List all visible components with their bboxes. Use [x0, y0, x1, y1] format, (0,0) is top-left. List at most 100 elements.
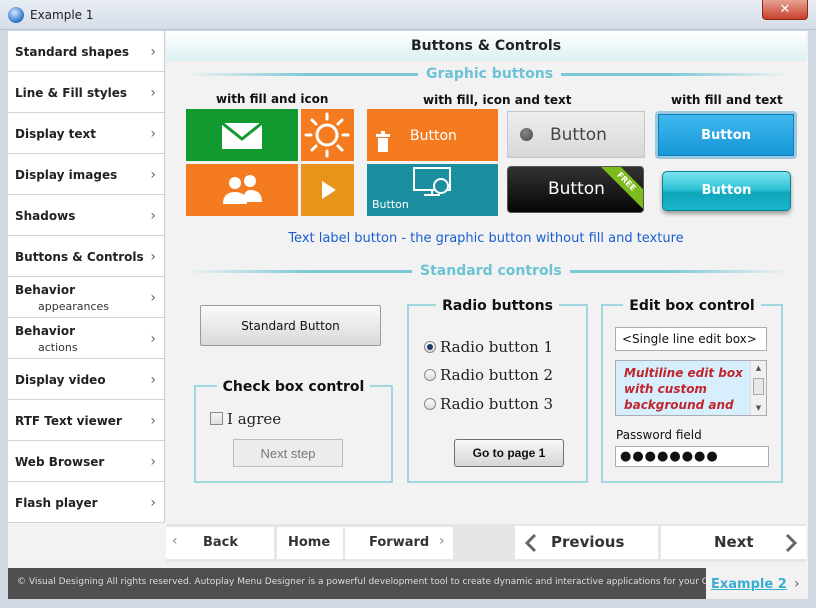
footer-copyright: © Visual Designing All rights reserved. … — [17, 577, 707, 587]
radio-group-title: Radio buttons — [436, 298, 559, 314]
previous-label: Previous — [551, 533, 625, 551]
back-label: Back — [203, 535, 239, 550]
standard-controls-heading: Standard controls — [412, 263, 570, 279]
radio-label-1: Radio button 1 — [440, 338, 554, 356]
home-button[interactable]: Home — [277, 527, 343, 559]
chevron-right-icon: › — [150, 208, 156, 224]
scroll-down-icon[interactable]: ▼ — [751, 401, 766, 415]
standard-button[interactable]: Standard Button — [200, 305, 381, 346]
example-2-label: Example 2 — [711, 577, 787, 592]
close-button[interactable]: ✕ — [762, 0, 808, 20]
sidebar-item-display-images[interactable]: Display images › — [8, 154, 164, 195]
black-free-button[interactable]: Button FREE — [507, 166, 644, 213]
radio-label-2: Radio button 2 — [440, 366, 554, 384]
gray-dot-button[interactable]: Button — [507, 111, 645, 158]
sidebar-item-label: Display text — [15, 127, 96, 141]
sidebar-item-standard-shapes[interactable]: Standard shapes › — [8, 31, 164, 72]
sidebar-item-buttons-controls[interactable]: Buttons & Controls › — [8, 236, 164, 277]
chevron-right-icon: › — [150, 331, 156, 347]
title-bar: Example 1 ✕ — [0, 0, 816, 30]
next-step-button[interactable]: Next step — [233, 439, 343, 467]
scroll-thumb[interactable] — [753, 378, 764, 395]
envelope-icon — [221, 121, 263, 149]
teal-gloss-button[interactable]: Button — [662, 171, 791, 211]
sidebar-item-behavior-appearances[interactable]: Behavior appearances › — [8, 277, 164, 318]
chevron-right-icon: › — [150, 372, 156, 388]
orange-button-label: Button — [410, 128, 457, 144]
gray-button-label: Button — [550, 125, 607, 145]
password-label: Password field — [616, 428, 702, 442]
sun-icon — [304, 112, 350, 158]
play-icon — [322, 181, 336, 199]
sidebar-item-flash-player[interactable]: Flash player › — [8, 482, 164, 523]
back-button[interactable]: ‹ Back — [166, 527, 274, 559]
sidebar-item-label: Behavior — [15, 283, 76, 297]
sidebar-item-line-fill-styles[interactable]: Line & Fill styles › — [8, 72, 164, 113]
chevron-right-icon: › — [439, 533, 445, 549]
agree-checkbox[interactable] — [210, 412, 223, 425]
sidebar-item-label: Standard shapes — [15, 45, 130, 59]
radio-button-1[interactable] — [424, 341, 436, 353]
editbox-group-title: Edit box control — [623, 298, 761, 314]
forward-label: Forward — [369, 535, 430, 550]
sun-tile-button[interactable] — [301, 109, 354, 161]
orange-trash-button[interactable]: Button — [367, 109, 498, 161]
graphic-buttons-heading: Graphic buttons — [418, 66, 562, 82]
sidebar-item-display-text[interactable]: Display text › — [8, 113, 164, 154]
sidebar-item-behavior-actions[interactable]: Behavior actions › — [8, 318, 164, 359]
single-line-input[interactable]: <Single line edit box> — [615, 327, 767, 351]
teal-remote-button[interactable]: Button — [367, 164, 498, 216]
checkbox-group-title: Check box control — [216, 379, 371, 395]
window-title: Example 1 — [30, 8, 94, 22]
app-icon — [8, 7, 24, 23]
radio-label-3: Radio button 3 — [440, 395, 554, 413]
caption-fill-text: with fill and text — [671, 93, 783, 107]
black-button-label: Button — [548, 179, 605, 199]
users-tile-button[interactable] — [186, 164, 298, 216]
users-icon — [223, 175, 262, 204]
sidebar-item-label: Buttons & Controls — [15, 250, 144, 264]
chevron-right-icon: › — [150, 167, 156, 183]
play-tile-button[interactable] — [301, 164, 354, 216]
previous-button[interactable]: Previous — [515, 526, 658, 559]
forward-button[interactable]: Forward › — [345, 527, 453, 559]
sidebar-item-web-browser[interactable]: Web Browser › — [8, 441, 164, 482]
blue-button-label: Button — [701, 128, 751, 143]
goto-page-1-button[interactable]: Go to page 1 — [454, 439, 564, 467]
example-2-link[interactable]: Example 2 › — [706, 570, 808, 599]
sidebar-item-label: RTF Text viewer — [15, 414, 122, 428]
radio-button-3[interactable] — [424, 398, 436, 410]
textarea-scrollbar[interactable]: ▲ ▼ — [750, 361, 766, 415]
text-label-button[interactable]: Text label button - the graphic button w… — [166, 231, 806, 246]
email-tile-button[interactable] — [186, 109, 298, 161]
caption-fill-icon-text: with fill, icon and text — [423, 93, 572, 107]
next-button[interactable]: Next — [661, 526, 806, 559]
chevron-right-icon: › — [150, 454, 156, 470]
teal-button-label: Button — [372, 198, 409, 211]
home-label: Home — [288, 535, 331, 550]
chevron-right-icon: › — [150, 249, 156, 265]
sidebar-item-shadows[interactable]: Shadows › — [8, 195, 164, 236]
password-input[interactable]: ●●●●●●●● — [615, 446, 769, 467]
multiline-textarea[interactable]: Multiline edit box with custom backgroun… — [615, 360, 767, 416]
radio-button-2[interactable] — [424, 369, 436, 381]
chevron-right-icon: › — [150, 44, 156, 60]
sidebar-item-display-video[interactable]: Display video › — [8, 359, 164, 400]
multiline-text: Multiline edit box with custom backgroun… — [624, 366, 743, 412]
chevron-left-icon: ‹ — [172, 533, 178, 549]
sidebar-item-rtf-text-viewer[interactable]: RTF Text viewer › — [8, 400, 164, 441]
page-title: Buttons & Controls — [410, 38, 562, 54]
chevron-right-icon: › — [150, 85, 156, 101]
blue-button[interactable]: Button — [655, 111, 797, 159]
scroll-up-icon[interactable]: ▲ — [751, 361, 766, 375]
arrow-left-icon — [524, 533, 537, 553]
sidebar-item-sublabel: appearances — [38, 300, 109, 313]
sidebar-item-label: Web Browser — [15, 455, 105, 469]
sidebar-item-label: Display images — [15, 168, 118, 182]
chevron-right-icon: › — [794, 576, 800, 592]
sidebar-item-label: Display video — [15, 373, 106, 387]
chevron-right-icon: › — [150, 126, 156, 142]
blue-button-face: Button — [658, 114, 794, 156]
chevron-right-icon: › — [150, 290, 156, 306]
trash-icon — [376, 131, 390, 152]
